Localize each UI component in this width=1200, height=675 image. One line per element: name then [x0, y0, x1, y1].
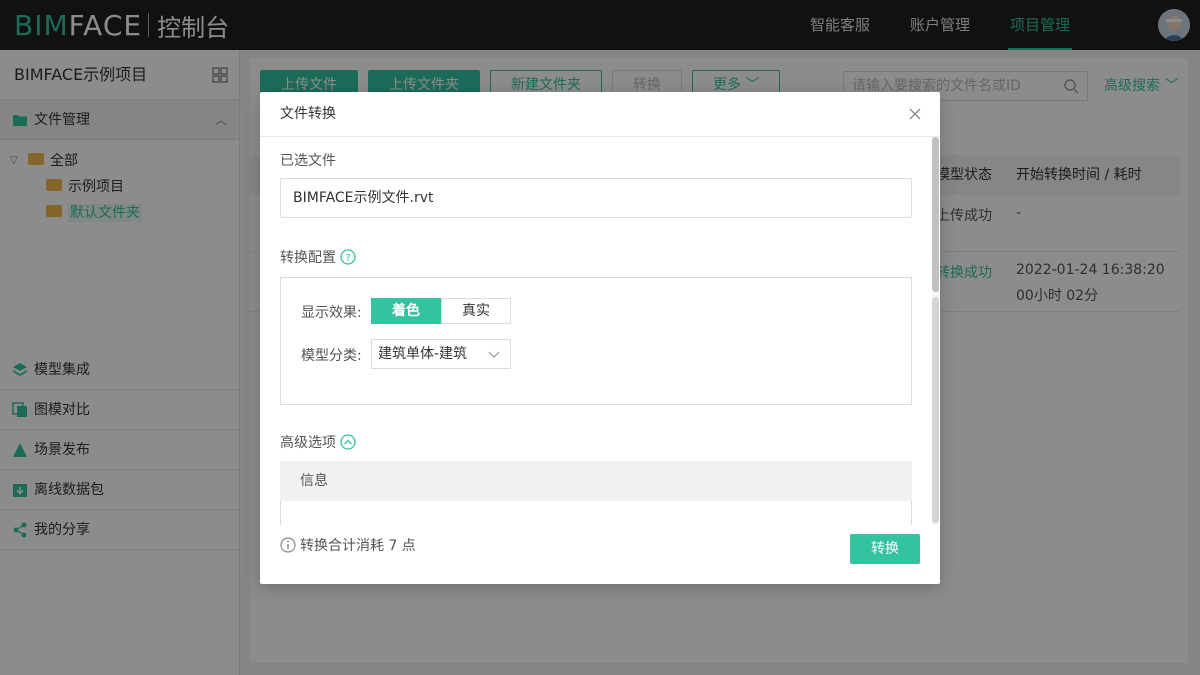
scrollbar-track-lower	[932, 297, 939, 523]
cost-text: 转换合计消耗 7 点	[300, 538, 416, 554]
cost-info: 转换合计消耗 7 点	[280, 536, 416, 556]
selected-file-value: BIMFACE示例文件.rvt	[293, 190, 434, 206]
chevron-down-icon	[488, 351, 500, 358]
dialog-title: 文件转换	[280, 106, 336, 122]
help-icon[interactable]: ?	[340, 249, 356, 265]
scrollbar-thumb[interactable]	[932, 137, 939, 292]
info-icon	[280, 537, 296, 553]
display-option-realistic[interactable]: 真实	[441, 298, 511, 324]
display-effect-label: 显示效果:	[301, 305, 362, 321]
dialog-scrollbar[interactable]	[932, 137, 939, 525]
model-category-value: 建筑单体-建筑	[378, 346, 468, 362]
advanced-options-heading[interactable]: 高级选项	[280, 432, 356, 452]
model-category-label: 模型分类:	[301, 348, 362, 364]
selected-file-field[interactable]: BIMFACE示例文件.rvt	[280, 178, 912, 218]
selected-file-label: 已选文件	[280, 153, 336, 169]
close-icon[interactable]	[908, 107, 922, 121]
display-option-shaded[interactable]: 着色	[371, 298, 441, 324]
convert-config-label: 转换配置	[280, 250, 336, 266]
chevron-up-circle-icon[interactable]	[340, 434, 356, 450]
convert-button[interactable]: 转换	[850, 534, 920, 564]
dialog-footer: 转换合计消耗 7 点 转换	[260, 525, 940, 584]
model-category-select[interactable]: 建筑单体-建筑	[371, 339, 511, 369]
convert-config-heading: 转换配置 ?	[280, 247, 356, 267]
advanced-options-label: 高级选项	[280, 435, 336, 451]
info-header: 信息	[280, 461, 912, 501]
file-convert-dialog: 文件转换 已选文件 BIMFACE示例文件.rvt 转换配置 ? 显示效果: 着…	[260, 92, 940, 584]
display-effect-toggle: 着色 真实	[371, 298, 511, 324]
svg-text:?: ?	[345, 253, 350, 264]
info-content	[280, 501, 912, 525]
dialog-body: 已选文件 BIMFACE示例文件.rvt 转换配置 ? 显示效果: 着色 真实 …	[260, 137, 940, 525]
dialog-header: 文件转换	[260, 92, 940, 137]
convert-config-box: 显示效果: 着色 真实 模型分类: 建筑单体-建筑	[280, 277, 912, 405]
